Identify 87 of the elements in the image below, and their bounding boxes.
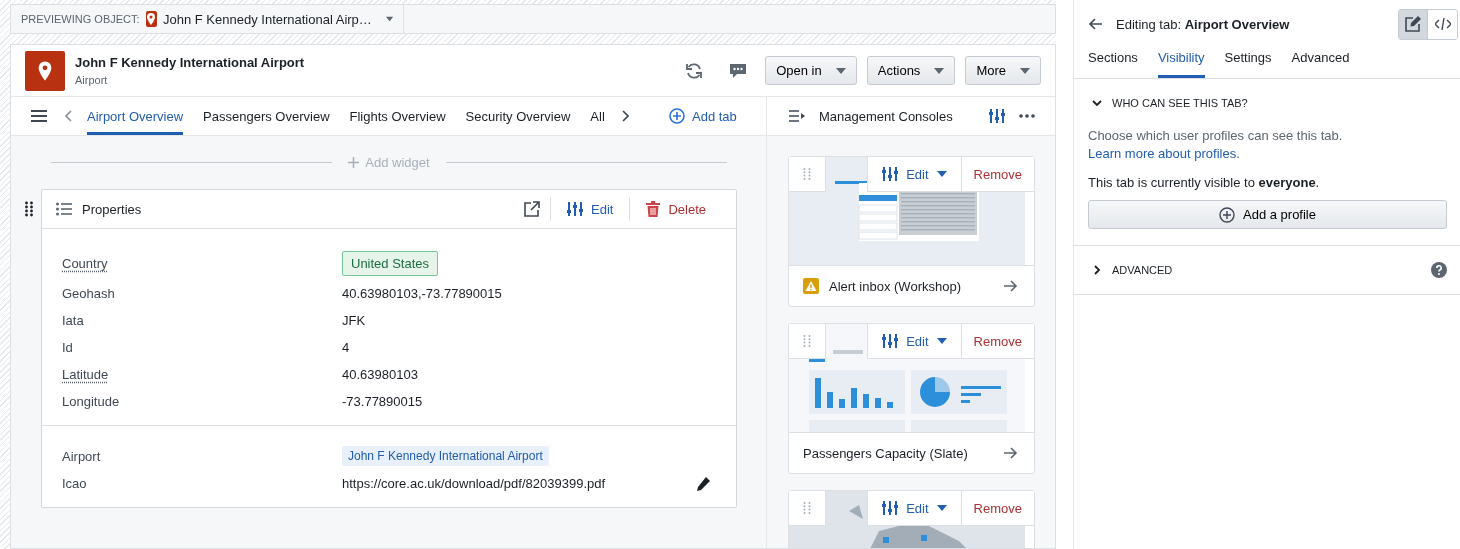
chevron-left-icon[interactable] [65, 110, 73, 122]
sliders-icon [567, 201, 583, 217]
property-value: JFK [342, 313, 367, 328]
tab[interactable]: Settings [1224, 44, 1272, 78]
tab[interactable]: Flights Overview [349, 97, 446, 135]
caret-icon [936, 338, 947, 344]
refresh-icon[interactable] [685, 61, 704, 80]
arrow-right-icon[interactable] [1004, 447, 1018, 459]
sliders-icon [882, 500, 899, 516]
caret-icon [835, 67, 846, 74]
drag-handle-icon[interactable] [789, 491, 826, 526]
panel-icon [789, 110, 805, 122]
sliders-icon [882, 333, 899, 349]
caret-icon [1020, 67, 1030, 74]
panel-title: Management Consoles [819, 108, 953, 124]
widget-title: Properties [82, 201, 142, 217]
property-label: Iata [62, 313, 85, 328]
tab[interactable]: Advanced [1291, 44, 1350, 78]
dropdown-button[interactable]: Open in [765, 56, 857, 85]
section-toggle[interactable]: ADVANCED [1088, 264, 1173, 276]
dropdown-button[interactable]: Actions [866, 56, 956, 85]
sliders-icon[interactable] [989, 108, 1005, 124]
back-arrow-icon[interactable] [1088, 18, 1102, 30]
widget-card-title: Alert inbox (Workshop) [829, 278, 961, 294]
location-pin-icon [145, 11, 157, 27]
property-value: 40.63980103 [342, 367, 419, 382]
menu-icon[interactable] [31, 110, 47, 122]
drag-handle-icon[interactable] [25, 201, 33, 217]
caret-icon [934, 67, 945, 74]
drag-handle-icon[interactable] [789, 324, 826, 359]
editor-title: Editing tab: Airport Overview [1116, 16, 1290, 32]
property-label: Geohash [62, 286, 116, 301]
code-icon [1434, 18, 1451, 30]
preview-object-name: John F Kennedy International Airp… [163, 11, 372, 27]
edit-icon [1405, 16, 1421, 32]
punctuation: . [1236, 146, 1240, 161]
edit-mode-button[interactable] [1399, 9, 1428, 39]
sliders-icon [882, 166, 899, 182]
object-link[interactable]: John F Kennedy International Airport [342, 446, 549, 466]
tab[interactable]: Security Overview [465, 97, 571, 135]
tab[interactable]: All [590, 97, 605, 135]
caret-icon [936, 171, 947, 177]
chevron-right-icon[interactable] [621, 110, 629, 122]
property-value: https://core.ac.uk/download/pdf/82039399.pdf [342, 476, 607, 491]
pencil-icon[interactable] [696, 476, 710, 491]
trash-icon [646, 201, 661, 217]
help-icon[interactable] [1431, 262, 1447, 278]
tab[interactable]: Visibility [1157, 44, 1205, 78]
property-value: 4 [342, 340, 351, 355]
property-value: -73.77890015 [342, 394, 424, 409]
property-label: Latitude [62, 367, 110, 382]
visibility-status: This tab is currently visible to everyone. [1088, 175, 1321, 190]
preview-object-bar[interactable]: PREVIEWING OBJECT: John F Kennedy International Airp… [10, 4, 404, 34]
delete-button[interactable]: Delete [640, 200, 712, 218]
section-toggle[interactable]: WHO CAN SEE THIS TAB? [1088, 97, 1248, 109]
object-type: Airport [75, 74, 109, 86]
caret-icon [936, 505, 947, 511]
property-label: Id [62, 340, 74, 355]
property-label: Longitude [62, 394, 121, 409]
comment-icon[interactable] [729, 62, 748, 79]
drag-handle-icon[interactable] [789, 157, 826, 192]
add-profile-button[interactable]: Add a profile [1088, 200, 1447, 229]
object-title: John F Kennedy International Airport [75, 55, 305, 70]
section-description: Choose which user profiles can see this tab. [1088, 128, 1343, 143]
add-tab-button[interactable]: Add tab [663, 107, 743, 125]
arrow-right-icon[interactable] [1004, 280, 1018, 292]
chevron-down-icon [1092, 98, 1102, 108]
widget-card-title: Passengers Capacity (Slate) [803, 445, 968, 461]
tab[interactable]: Sections [1088, 44, 1138, 78]
property-label: Country [62, 256, 109, 271]
preview-label: PREVIEWING OBJECT: [21, 13, 140, 25]
property-label: Airport [62, 448, 102, 464]
dropdown-button[interactable]: More [965, 56, 1041, 85]
list-icon [56, 202, 72, 216]
property-label: Icao [62, 476, 88, 491]
more-icon[interactable] [1019, 114, 1035, 118]
external-link-icon[interactable] [524, 201, 540, 217]
location-pin-icon [25, 50, 65, 91]
edit-button[interactable]: Edit [561, 200, 620, 218]
plus-icon [348, 157, 360, 168]
add-circle-icon [1219, 206, 1235, 223]
chevron-right-icon [1092, 265, 1102, 275]
property-value: 40.63980103,-73.77890015 [342, 286, 503, 301]
caret-icon [385, 16, 393, 22]
add-circle-icon [669, 108, 685, 124]
property-tag: United States [342, 251, 439, 276]
tab[interactable]: Passengers Overview [203, 97, 330, 135]
